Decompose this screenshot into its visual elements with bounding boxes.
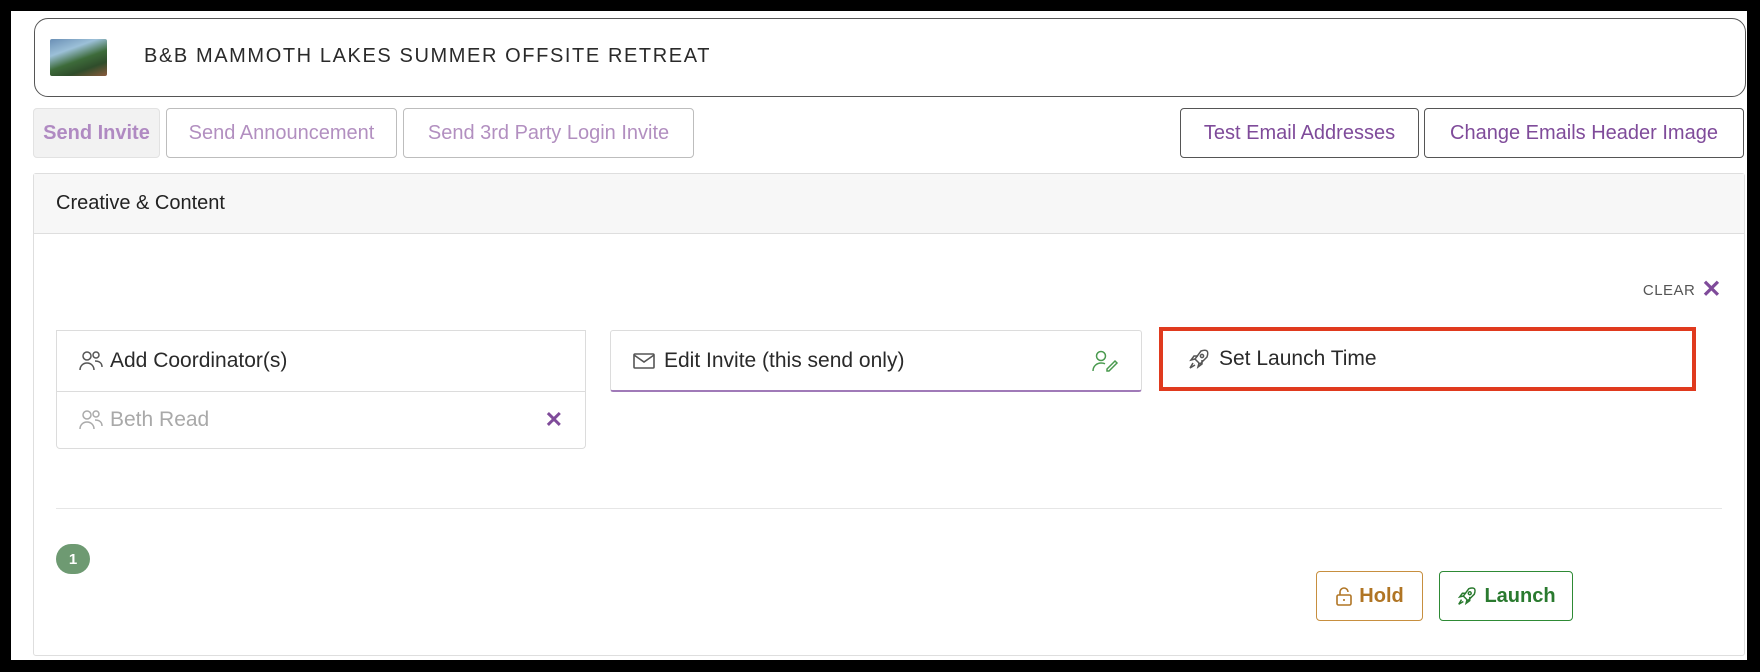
coordinator-name: Beth Read	[110, 407, 210, 431]
change-emails-header-image-button[interactable]: Change Emails Header Image	[1424, 108, 1744, 158]
section-divider	[56, 508, 1722, 509]
clear-label: CLEAR	[1642, 281, 1696, 299]
panel-title: Creative & Content	[34, 174, 1744, 234]
event-header: B&B MAMMOTH LAKES SUMMER OFFSITE RETREAT	[34, 18, 1746, 97]
edit-invite-button[interactable]: Edit Invite (this send only)	[610, 330, 1142, 392]
set-launch-time-button[interactable]: Set Launch Time	[1159, 327, 1696, 391]
user-edit-icon	[1091, 349, 1119, 373]
remove-coordinator-close-icon[interactable]: ✕	[545, 407, 563, 433]
users-icon	[78, 348, 104, 374]
tab-send-3rd-party-login-invite[interactable]: Send 3rd Party Login Invite	[403, 108, 694, 158]
edit-invite-label: Edit Invite (this send only)	[664, 348, 905, 372]
tab-send-invite[interactable]: Send Invite	[33, 108, 160, 158]
coordinator-item: Beth Read ✕	[56, 391, 586, 449]
add-coordinators-button[interactable]: Add Coordinator(s)	[56, 330, 586, 392]
close-icon: ✕	[1701, 276, 1722, 303]
set-launch-time-label: Set Launch Time	[1219, 347, 1377, 370]
app-frame: B&B MAMMOTH LAKES SUMMER OFFSITE RETREAT…	[11, 11, 1747, 660]
launch-button[interactable]: Launch	[1439, 571, 1573, 621]
event-thumbnail	[50, 39, 107, 76]
clear-button[interactable]: CLEAR ✕	[1643, 278, 1722, 302]
lock-icon	[1335, 586, 1353, 606]
hold-label: Hold	[1359, 584, 1404, 607]
creative-content-panel: Creative & Content CLEAR ✕ Add Coordinat…	[33, 173, 1745, 656]
hold-button[interactable]: Hold	[1316, 571, 1423, 621]
event-title: B&B MAMMOTH LAKES SUMMER OFFSITE RETREAT	[144, 45, 712, 67]
users-icon	[78, 408, 104, 432]
rocket-icon	[1187, 346, 1213, 372]
tab-send-announcement[interactable]: Send Announcement	[166, 108, 397, 158]
rocket-icon	[1456, 585, 1478, 607]
test-email-addresses-button[interactable]: Test Email Addresses	[1180, 108, 1419, 158]
count-badge: 1	[56, 544, 90, 574]
launch-label: Launch	[1484, 584, 1556, 607]
envelope-icon	[632, 348, 658, 374]
add-coordinators-label: Add Coordinator(s)	[110, 349, 288, 372]
